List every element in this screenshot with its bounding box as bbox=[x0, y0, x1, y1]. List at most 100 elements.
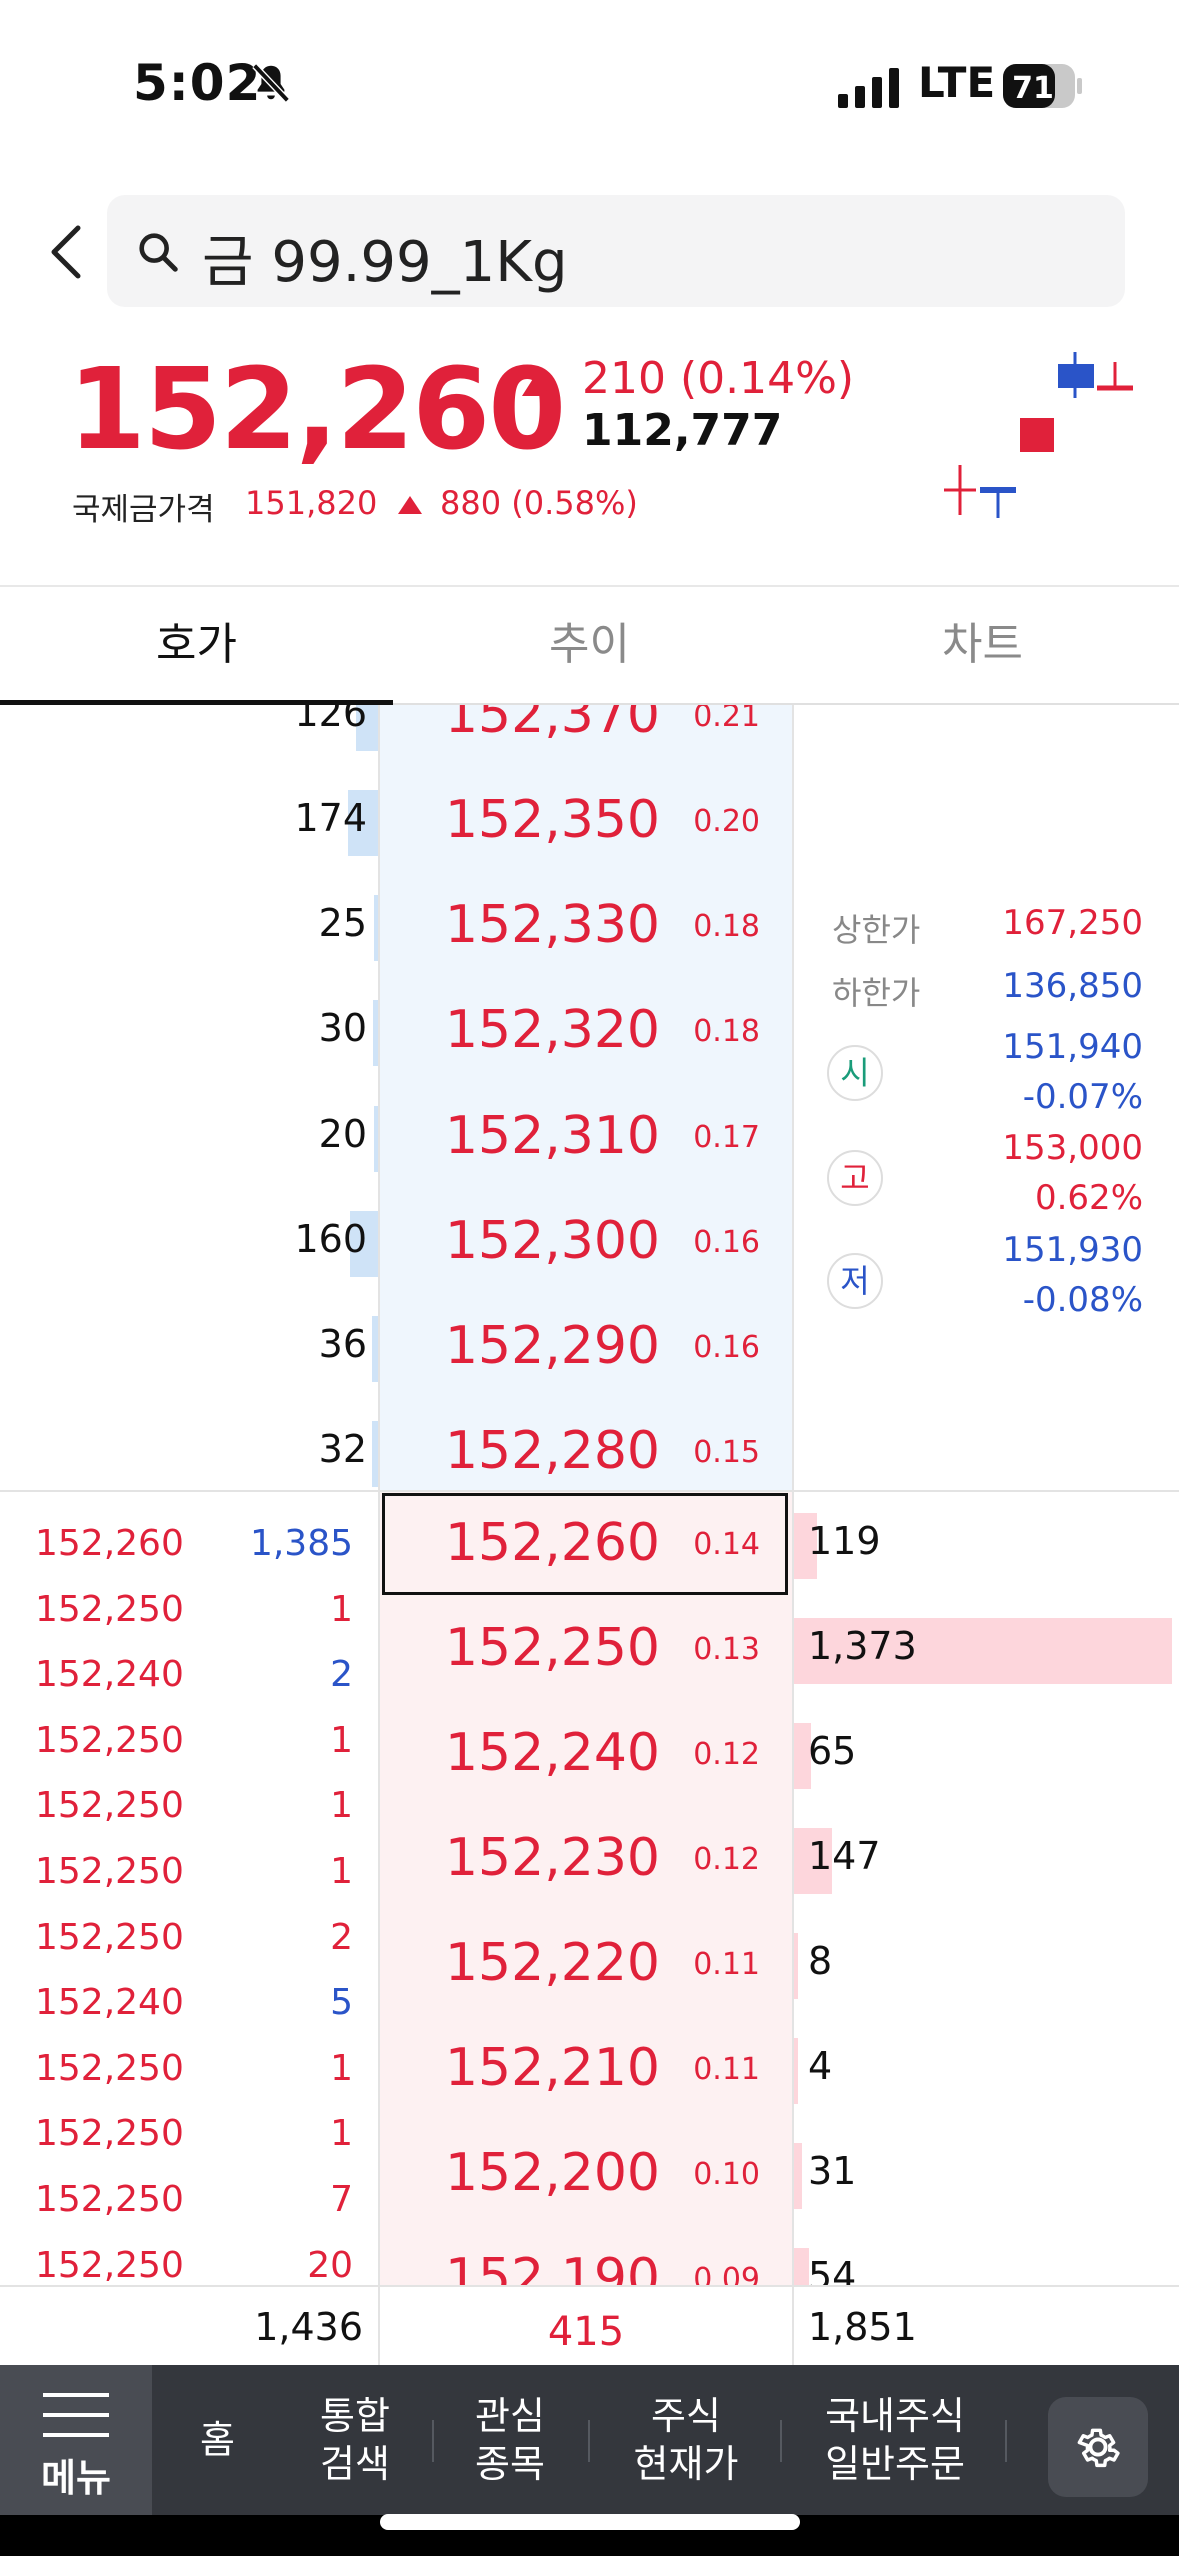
ask-price[interactable]: 152,330 bbox=[380, 895, 660, 955]
bid-qty: 119 bbox=[808, 1519, 881, 1563]
ask-qty: 25 bbox=[318, 901, 367, 946]
tab-hoga[interactable]: 호가 bbox=[0, 588, 393, 702]
price-change: 210 (0.14%) bbox=[582, 353, 855, 404]
home-indicator[interactable] bbox=[380, 2514, 800, 2530]
network-type: LTE bbox=[918, 58, 996, 107]
total-ask-qty: 1,436 bbox=[254, 2305, 363, 2349]
status-time: 5:02 bbox=[133, 54, 262, 112]
current-price: 152,260 bbox=[68, 345, 566, 475]
intl-gold-label: 국제금가격 bbox=[72, 492, 215, 528]
open-badge: 시 bbox=[827, 1045, 883, 1101]
menu-label: 메뉴 bbox=[41, 2456, 111, 2500]
ask-qty: 32 bbox=[318, 1426, 367, 1471]
tick-price: 152,240 bbox=[35, 1654, 184, 1696]
nav-stock-price[interactable]: 주식 현재가 bbox=[596, 2365, 776, 2515]
tick-qty: 1 bbox=[330, 1588, 353, 1630]
ask-pct: 0.16 bbox=[693, 1224, 760, 1260]
tick-qty: 1 bbox=[330, 1851, 353, 1892]
ask-price[interactable]: 152,300 bbox=[380, 1211, 660, 1271]
bid-qty-bar bbox=[794, 2038, 798, 2104]
ask-qty: 20 bbox=[318, 1111, 367, 1156]
ask-price[interactable]: 152,280 bbox=[380, 1421, 660, 1481]
tick-qty: 5 bbox=[330, 1982, 353, 2024]
menu-button[interactable]: 메뉴 bbox=[0, 2365, 152, 2515]
order-book[interactable]: 126 152,370 0.21 174 152,350 0.20 25 152,330 0.1… bbox=[0, 705, 1179, 2285]
bid-pct: 0.11 bbox=[693, 1947, 760, 1982]
intl-gold-change: 880 (0.58%) bbox=[440, 484, 638, 522]
tick-price: 152,250 bbox=[35, 1588, 184, 1630]
status-bar: 5:02 LTE 71 bbox=[0, 0, 1179, 170]
tick-price: 152,250 bbox=[35, 2047, 184, 2089]
nav-home[interactable]: 홈 bbox=[160, 2365, 275, 2515]
high-price: 153,000 bbox=[1002, 1128, 1143, 1168]
ask-price[interactable]: 152,290 bbox=[380, 1316, 660, 1376]
bid-pct: 0.09 bbox=[693, 2262, 760, 2285]
ask-qty-bar bbox=[372, 1000, 378, 1067]
bid-price[interactable]: 152,200 bbox=[380, 2143, 660, 2203]
ask-price[interactable]: 152,370 bbox=[380, 705, 660, 745]
search-box[interactable]: 금 99.99_1Kg bbox=[107, 195, 1125, 307]
back-chevron-icon[interactable] bbox=[46, 222, 86, 282]
tick-price: 152,250 bbox=[35, 2244, 184, 2285]
totals-row: 1,436 415 1,851 bbox=[0, 2285, 1179, 2367]
bid-qty-bar bbox=[794, 2248, 810, 2285]
high-badge: 고 bbox=[827, 1150, 883, 1206]
bid-qty: 1,373 bbox=[808, 1624, 917, 1668]
tick-price: 152,250 bbox=[35, 1851, 184, 1892]
up-triangle-icon bbox=[398, 496, 422, 514]
bid-pct: 0.10 bbox=[693, 2157, 760, 2192]
tick-qty: 1 bbox=[330, 1719, 353, 1761]
tick-qty: 2 bbox=[330, 1654, 353, 1696]
ask-pct: 0.17 bbox=[693, 1119, 760, 1155]
upper-limit-value: 167,250 bbox=[1002, 903, 1143, 943]
open-pct: -0.07% bbox=[1022, 1077, 1143, 1117]
ask-qty-bar bbox=[372, 1315, 378, 1382]
ask-pct: 0.18 bbox=[693, 909, 760, 945]
settings-button[interactable] bbox=[1048, 2397, 1148, 2497]
trade-volume: 112,777 bbox=[582, 405, 783, 456]
tick-qty: 1 bbox=[330, 2047, 353, 2089]
bid-price[interactable]: 152,230 bbox=[380, 1828, 660, 1888]
signal-icon bbox=[838, 68, 899, 108]
tab-chui[interactable]: 추이 bbox=[393, 588, 786, 702]
ask-pct: 0.21 bbox=[693, 705, 760, 734]
bid-qty-bar bbox=[794, 2143, 803, 2209]
intl-gold-price: 151,820 bbox=[245, 484, 378, 522]
ask-price[interactable]: 152,350 bbox=[380, 790, 660, 850]
bid-pct: 0.11 bbox=[693, 2052, 760, 2087]
bid-price[interactable]: 152,250 bbox=[380, 1618, 660, 1678]
bid-qty: 4 bbox=[808, 2044, 833, 2088]
tick-qty: 1 bbox=[330, 1785, 353, 1827]
ask-price[interactable]: 152,320 bbox=[380, 1000, 660, 1060]
tab-chart[interactable]: 차트 bbox=[786, 588, 1179, 702]
ask-qty: 126 bbox=[294, 705, 367, 735]
ask-row[interactable]: 174 152,350 0.20 bbox=[0, 770, 1179, 875]
bid-price[interactable]: 152,240 bbox=[380, 1723, 660, 1783]
nav-integrated-search[interactable]: 통합 검색 bbox=[285, 2365, 425, 2515]
bid-price[interactable]: 152,210 bbox=[380, 2038, 660, 2098]
ask-row[interactable]: 32 152,280 0.15 bbox=[0, 1401, 1179, 1506]
ask-qty: 30 bbox=[318, 1006, 367, 1051]
bottom-nav: 메뉴 홈 통합 검색 관심 종목 주식 현재가 국내주식 일반주문 bbox=[0, 2365, 1179, 2515]
ask-row[interactable]: 126 152,370 0.21 bbox=[0, 705, 1179, 770]
nav-watchlist[interactable]: 관심 종목 bbox=[440, 2365, 580, 2515]
mini-candle-chart[interactable] bbox=[930, 340, 1150, 530]
tick-price: 152,250 bbox=[35, 1785, 184, 1827]
bid-qty: 54 bbox=[808, 2254, 857, 2285]
bid-qty: 147 bbox=[808, 1834, 881, 1878]
bid-price[interactable]: 152,220 bbox=[380, 1933, 660, 1993]
bid-price[interactable]: 152,190 bbox=[380, 2248, 660, 2285]
bell-muted-icon bbox=[252, 63, 290, 103]
nav-separator bbox=[1005, 2420, 1007, 2462]
ask-qty: 36 bbox=[318, 1321, 367, 1366]
tick-price: 152,260 bbox=[35, 1523, 184, 1564]
ask-price[interactable]: 152,310 bbox=[380, 1106, 660, 1166]
ask-qty-bar bbox=[373, 895, 378, 962]
nav-domestic-order[interactable]: 국내주식 일반주문 bbox=[790, 2365, 1000, 2515]
ask-qty-bar bbox=[374, 1105, 378, 1172]
tick-price: 152,240 bbox=[35, 1982, 184, 2024]
bid-pct: 0.12 bbox=[693, 1737, 760, 1772]
low-pct: -0.08% bbox=[1022, 1280, 1143, 1320]
ask-pct: 0.18 bbox=[693, 1014, 760, 1050]
low-badge: 저 bbox=[827, 1253, 883, 1309]
